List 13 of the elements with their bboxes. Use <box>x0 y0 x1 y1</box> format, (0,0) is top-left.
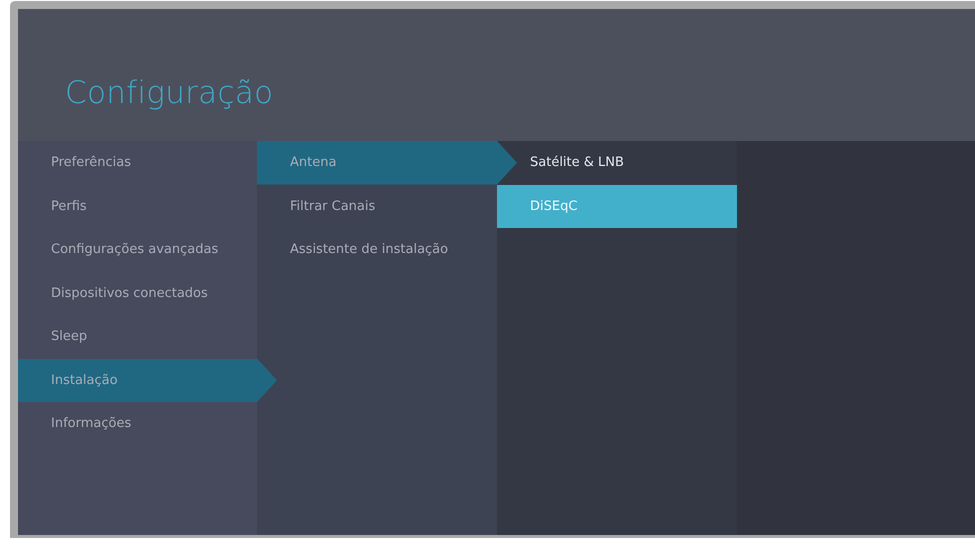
menu-item[interactable]: Informações <box>38 402 257 446</box>
menu-item[interactable]: Preferências <box>38 141 257 184</box>
menu-item[interactable]: DiSEqC <box>497 184 737 228</box>
menu-item[interactable]: Instalação <box>18 358 277 402</box>
menu-item[interactable]: Dispositivos conectados <box>38 272 257 315</box>
menu-item[interactable]: Perfis <box>38 184 257 228</box>
menu-item[interactable]: Configurações avançadas <box>38 228 257 272</box>
menu-item[interactable]: Satélite & LNB <box>517 141 737 184</box>
page-title: Configuração <box>65 75 274 111</box>
menu-item[interactable]: Assistente de instalação <box>277 228 497 272</box>
menu-item[interactable]: Antena <box>257 141 517 184</box>
menu-item[interactable]: Sleep <box>38 315 257 358</box>
menu-item[interactable]: Filtrar Canais <box>277 184 497 228</box>
